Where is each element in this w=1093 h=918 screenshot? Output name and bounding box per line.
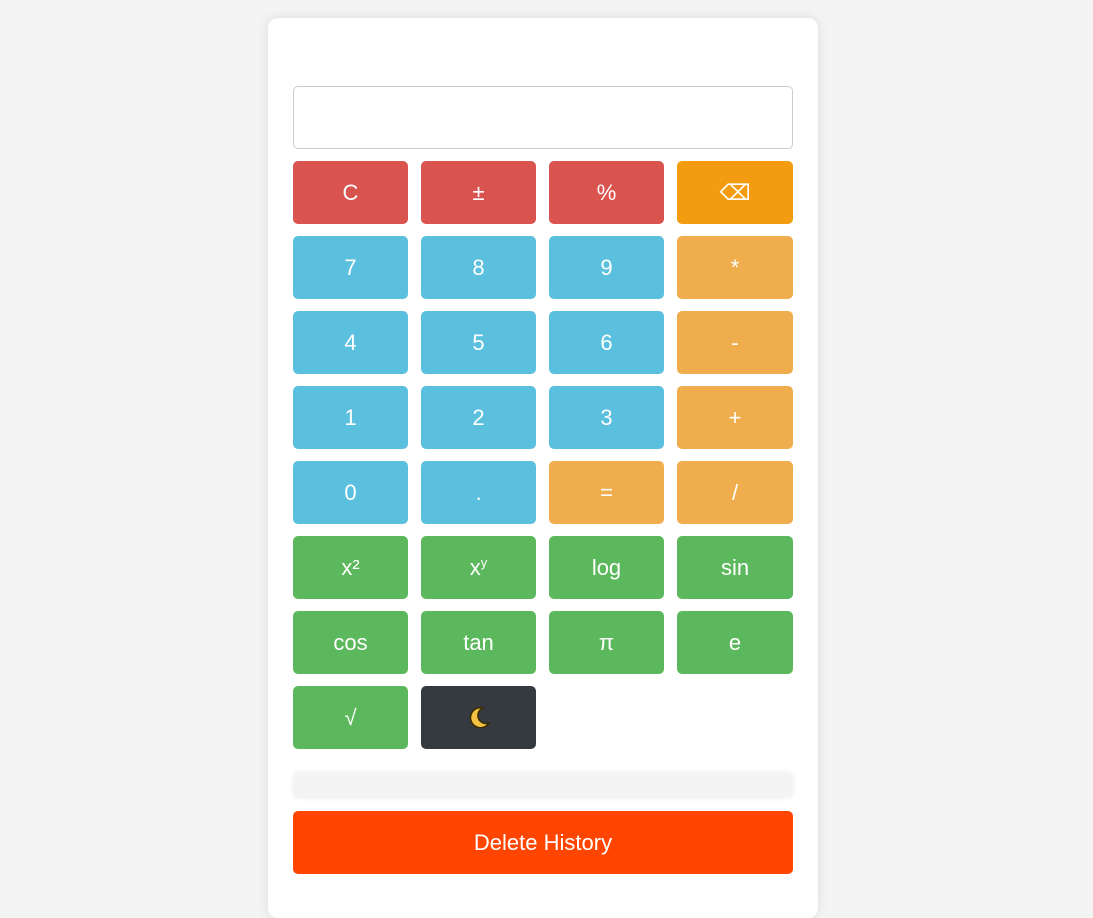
button-superscript: y xyxy=(480,555,488,570)
pi-button[interactable]: π xyxy=(549,611,664,674)
calculator-card: C ±% ⌫ 7 8 9 * 4 5 6-1 2 3 +0. = / x² x y log sin cos tan π e √ … xyxy=(268,18,818,918)
power-button[interactable]: xy xyxy=(421,536,536,599)
button-label: x xyxy=(469,554,481,580)
calculator-display[interactable] xyxy=(293,86,793,149)
add-button[interactable]: + xyxy=(677,386,793,449)
subtract-button[interactable]: - xyxy=(677,311,793,374)
equals-button[interactable]: = xyxy=(549,461,664,524)
moon-icon xyxy=(469,706,491,728)
decimal-button[interactable]: . xyxy=(421,461,536,524)
tan-button[interactable]: tan xyxy=(421,611,536,674)
divide-button[interactable]: / xyxy=(677,461,793,524)
clear-button[interactable]: C xyxy=(293,161,408,224)
digit-3-button[interactable]: 3 xyxy=(549,386,664,449)
digit-2-button[interactable]: 2 xyxy=(421,386,536,449)
dark-mode-toggle-button[interactable] xyxy=(421,686,536,749)
e-button[interactable]: e xyxy=(677,611,793,674)
history-panel xyxy=(293,772,793,798)
toggle-sign-button[interactable]: ± xyxy=(421,161,536,224)
cos-button[interactable]: cos xyxy=(293,611,408,674)
digit-9-button[interactable]: 9 xyxy=(549,236,664,299)
digit-7-button[interactable]: 7 xyxy=(293,236,408,299)
square-button[interactable]: x² xyxy=(293,536,408,599)
digit-5-button[interactable]: 5 xyxy=(421,311,536,374)
digit-1-button[interactable]: 1 xyxy=(293,386,408,449)
digit-8-button[interactable]: 8 xyxy=(421,236,536,299)
multiply-button[interactable]: * xyxy=(677,236,793,299)
log-button[interactable]: log xyxy=(549,536,664,599)
delete-history-button[interactable]: Delete History xyxy=(293,811,793,874)
sqrt-button[interactable]: √ xyxy=(293,686,408,749)
digit-4-button[interactable]: 4 xyxy=(293,311,408,374)
backspace-button[interactable]: ⌫ xyxy=(677,161,793,224)
digit-0-button[interactable]: 0 xyxy=(293,461,408,524)
button-grid: C ±% ⌫ 7 8 9 * 4 5 6-1 2 3 +0. = / x² x y log sin cos tan π e √ xyxy=(293,161,793,749)
digit-6-button[interactable]: 6 xyxy=(549,311,664,374)
percent-button[interactable]: % xyxy=(549,161,664,224)
sin-button[interactable]: sin xyxy=(677,536,793,599)
